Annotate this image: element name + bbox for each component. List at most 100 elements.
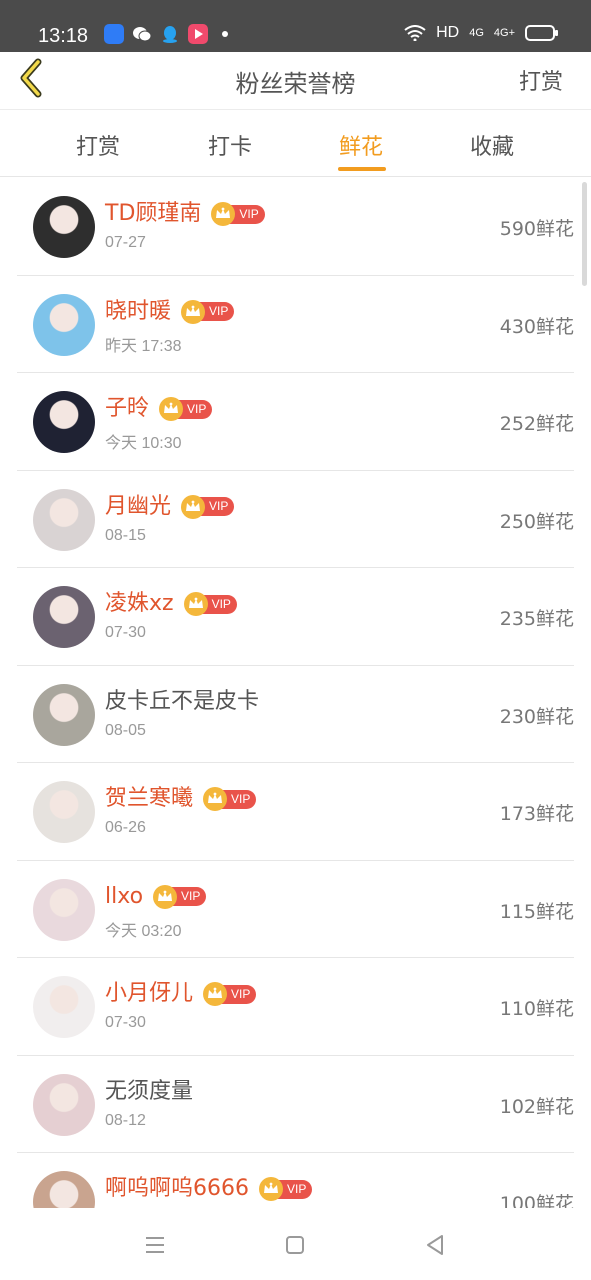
- home-nav-button[interactable]: [280, 1230, 310, 1260]
- back-nav-button[interactable]: [420, 1230, 450, 1260]
- fan-name[interactable]: 啊呜啊呜6666 VIP: [105, 1175, 313, 1203]
- list-item[interactable]: 无须度量 08-12 102鲜花: [17, 1056, 574, 1153]
- list-item[interactable]: 啊呜啊呜6666 VIP 100鲜花: [17, 1153, 574, 1208]
- fan-name-text: 晓时暖: [105, 298, 172, 324]
- avatar[interactable]: [33, 683, 95, 746]
- vip-badge: VIP: [259, 1177, 313, 1201]
- flower-count: 230鲜花: [499, 705, 574, 728]
- avatar[interactable]: [33, 1171, 95, 1208]
- crown-icon: [203, 982, 228, 1006]
- video-app-icon: [188, 24, 208, 44]
- avatar[interactable]: [33, 976, 95, 1038]
- avatar[interactable]: [33, 781, 95, 843]
- tab-checkin[interactable]: 打卡: [190, 129, 270, 161]
- tab-flowers[interactable]: 鲜花: [321, 129, 401, 161]
- list-item[interactable]: 凌姝xz VIP 07-30 235鲜花: [17, 568, 574, 666]
- wechat-app-icon: [132, 24, 152, 44]
- flower-count: 430鲜花: [499, 315, 574, 338]
- flower-count: 110鲜花: [499, 998, 574, 1020]
- crown-icon: [203, 787, 228, 811]
- fan-name[interactable]: 晓时暖 VIP: [105, 298, 235, 326]
- vip-badge: VIP: [211, 202, 265, 226]
- network-label: HD: [436, 24, 460, 41]
- flower-count: 100鲜花: [499, 1193, 574, 1208]
- fan-name[interactable]: 子昤 VIP: [105, 395, 213, 423]
- wifi-icon: [404, 25, 426, 41]
- notification-dot: [222, 31, 228, 37]
- fan-name-text: 贺兰寒曦: [105, 786, 194, 811]
- fan-name-text: 啊呜啊呜6666: [105, 1176, 249, 1201]
- fan-name[interactable]: 皮卡丘不是皮卡: [105, 688, 259, 716]
- fan-time: 08-15: [105, 526, 146, 544]
- avatar[interactable]: [33, 586, 95, 648]
- tab-bar: 打赏 打卡 鲜花 收藏: [0, 111, 591, 177]
- flower-count: 590鲜花: [499, 218, 574, 240]
- home-square-icon: [286, 1236, 304, 1254]
- avatar[interactable]: [33, 391, 95, 453]
- list-item[interactable]: 贺兰寒曦 VIP 06-26 173鲜花: [17, 763, 574, 861]
- menu-nav-button[interactable]: [140, 1230, 170, 1260]
- fan-name-text: 小月伢儿: [105, 981, 194, 1006]
- tab-reward[interactable]: 打赏: [58, 129, 138, 161]
- fan-name-text: 无须度量: [105, 1078, 194, 1104]
- signal-1-label: 4G: [469, 27, 484, 39]
- vip-badge: VIP: [203, 982, 257, 1006]
- flower-count: 252鲜花: [499, 413, 574, 435]
- flower-count: 115鲜花: [499, 900, 574, 923]
- crown-icon: [259, 1177, 283, 1201]
- vip-badge: VIP: [183, 592, 237, 616]
- fan-time: 07-27: [105, 234, 146, 251]
- fan-name-text: 皮卡丘不是皮卡: [105, 688, 260, 714]
- fan-name[interactable]: 凌姝xz VIP: [105, 590, 237, 618]
- fan-ranking-list[interactable]: TD顾瑾南 VIP 07-27 590鲜花 晓时暖 VIP 昨天 17:38 430鲜花 子昤 V…: [0, 178, 591, 1208]
- crown-icon: [159, 397, 184, 421]
- scrollbar[interactable]: [582, 182, 587, 286]
- fan-name[interactable]: 小月伢儿 VIP: [105, 980, 257, 1008]
- status-bar: 13:18 HD 4G 4G+: [0, 0, 591, 52]
- avatar[interactable]: [33, 293, 95, 356]
- fan-time: 07-30: [105, 624, 146, 641]
- back-triangle-icon: [427, 1235, 443, 1255]
- fan-name[interactable]: 无须度量: [105, 1078, 193, 1106]
- list-item[interactable]: 晓时暖 VIP 昨天 17:38 430鲜花: [17, 276, 574, 373]
- flower-count: 173鲜花: [499, 803, 574, 825]
- fan-time: 06-26: [105, 819, 146, 836]
- system-nav-bar: [0, 1208, 591, 1280]
- fan-time: 昨天 17:38: [105, 337, 182, 355]
- avatar[interactable]: [33, 1073, 95, 1136]
- flower-count: 235鲜花: [499, 608, 574, 630]
- signal-2-label: 4G+: [493, 27, 515, 39]
- tab-favorites[interactable]: 收藏: [452, 129, 532, 161]
- fan-name[interactable]: 贺兰寒曦 VIP: [105, 785, 257, 813]
- list-item[interactable]: 皮卡丘不是皮卡 08-05 230鲜花: [17, 666, 574, 763]
- flower-count: 102鲜花: [499, 1095, 574, 1118]
- list-item[interactable]: 子昤 VIP 今天 10:30 252鲜花: [17, 373, 574, 471]
- top-bar: 粉丝荣誉榜 打赏: [0, 52, 591, 110]
- fan-name[interactable]: TD顾瑾南 VIP: [105, 200, 265, 228]
- vip-badge: VIP: [153, 884, 207, 909]
- vip-badge: VIP: [181, 494, 235, 519]
- status-time: 13:18: [38, 25, 89, 47]
- list-item[interactable]: 小月伢儿 VIP 07-30 110鲜花: [17, 958, 574, 1056]
- list-item[interactable]: TD顾瑾南 VIP 07-27 590鲜花: [17, 178, 574, 276]
- fan-time: 08-12: [105, 1111, 146, 1129]
- crown-icon: [181, 494, 206, 519]
- vip-badge: VIP: [203, 787, 257, 811]
- avatar[interactable]: [33, 488, 95, 551]
- fan-name-text: llxo: [105, 883, 144, 909]
- fan-name[interactable]: 月幽光 VIP: [105, 493, 235, 521]
- list-item[interactable]: 月幽光 VIP 08-15 250鲜花: [17, 471, 574, 568]
- fan-time: 07-30: [105, 1014, 146, 1031]
- vip-badge: VIP: [181, 299, 235, 324]
- status-app-icons: [104, 24, 228, 44]
- avatar[interactable]: [33, 878, 95, 941]
- status-indicators: HD 4G 4G+: [404, 24, 558, 42]
- reward-button[interactable]: 打赏: [519, 64, 563, 96]
- fan-time: 08-05: [105, 721, 146, 739]
- avatar[interactable]: [33, 196, 95, 258]
- fan-name-text: TD顾瑾南: [105, 201, 202, 226]
- fan-name[interactable]: llxo VIP: [105, 883, 207, 911]
- fan-name-text: 子昤: [105, 396, 150, 421]
- fan-name-text: 凌姝xz: [105, 591, 174, 616]
- list-item[interactable]: llxo VIP 今天 03:20 115鲜花: [17, 861, 574, 958]
